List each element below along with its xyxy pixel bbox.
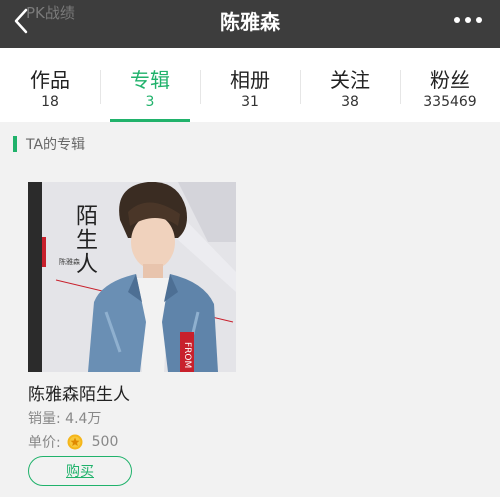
album-sales: 销量: 4.4万: [28, 411, 102, 427]
tab-count: 335469: [423, 94, 477, 110]
section-title: TA的专辑: [26, 137, 86, 153]
album-price: 单价: 500: [28, 432, 118, 452]
cover-side-text: FROM: [182, 342, 192, 368]
page-title: 陈雅森: [220, 10, 280, 34]
buy-button[interactable]: 购买: [28, 456, 132, 486]
tab-label: 作品: [30, 68, 70, 92]
album-cover-art: FROM: [28, 182, 236, 372]
tab-label: 专辑: [130, 68, 170, 92]
section-accent-bar: [13, 136, 17, 152]
tab-following[interactable]: 关注 38: [300, 48, 400, 120]
tab-count: 3: [145, 94, 155, 110]
tab-fans[interactable]: 粉丝 335469: [400, 48, 500, 120]
tab-label: 粉丝: [430, 68, 470, 92]
tab-albums[interactable]: 专辑 3: [100, 48, 200, 122]
coin-icon: [67, 434, 83, 450]
tab-label: 相册: [230, 68, 270, 92]
top-bar: PK战绩 陈雅森: [0, 0, 500, 48]
tab-count: 18: [41, 94, 59, 110]
more-dots-icon[interactable]: [452, 14, 484, 26]
profile-tabs: 作品 18 专辑 3 相册 31 关注 38 粉丝 335469: [0, 48, 500, 122]
tab-label: 关注: [330, 68, 370, 92]
tab-count: 38: [341, 94, 359, 110]
tab-photos[interactable]: 相册 31: [200, 48, 300, 120]
album-cover[interactable]: FROM 陌生人 陈雅森: [28, 182, 236, 372]
price-label: 单价:: [28, 435, 61, 451]
album-section: TA的专辑 FROM 陌生人 陈雅森 陈雅森陌生人 销量: 4.4万 单价: 5…: [0, 122, 500, 497]
tab-count: 31: [241, 94, 259, 110]
price-value: 500: [91, 434, 119, 450]
album-name[interactable]: 陈雅森陌生人: [28, 380, 130, 405]
tab-works[interactable]: 作品 18: [0, 48, 100, 120]
cover-artist: 陈雅森: [59, 258, 80, 266]
